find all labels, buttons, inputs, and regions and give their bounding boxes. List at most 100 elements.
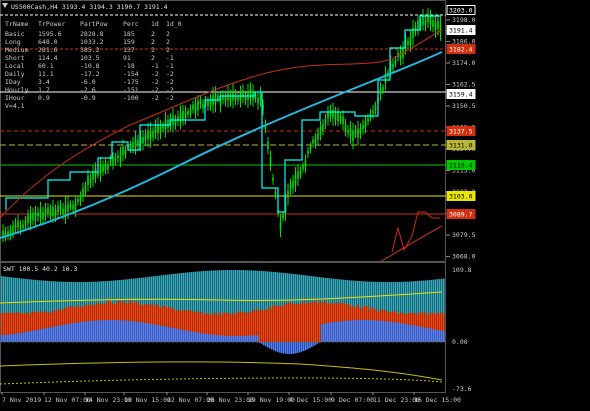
candle-body [115,157,117,161]
hist-bar-blue [289,342,291,354]
table-cell: 103.5 [80,54,100,62]
dropdown-arrow-icon[interactable] [2,3,8,8]
table-cell: 385.2 [80,46,100,54]
hist-bar-blue [275,342,277,351]
hist-bar-blue [401,323,403,342]
candle-body [122,147,124,155]
hist-bar-blue [25,332,27,342]
hist-bar-blue [357,320,359,342]
hist-bar-blue [185,330,187,342]
hist-bar-blue [113,320,115,342]
hist-bar-blue [309,342,311,348]
hist-bar-blue [381,321,383,342]
time-label: 4 Dec 15:00 [289,396,332,404]
candle-body [392,64,394,69]
hist-bar-blue [299,342,301,352]
hist-bar-orange [287,303,289,342]
hist-bar-blue [281,342,283,353]
hist-bar-blue [157,325,159,342]
candle-body [15,223,17,228]
table-cell: -175 [123,78,139,86]
hist-bar-blue [3,335,5,342]
swt-yellow-line-3 [0,378,442,384]
candle-body [72,205,74,210]
candle-body [217,95,219,99]
candle-body [272,178,274,181]
hist-bar-orange [305,304,307,342]
hist-bar-blue [193,332,195,342]
hist-bar-blue [265,342,267,346]
table-cell: -17.2 [80,70,100,78]
hist-bar-orange [313,302,315,342]
candle-body [250,89,252,98]
hist-bar-blue [131,321,133,342]
table-cell: -2.6 [80,86,96,94]
candle-body [100,165,102,174]
candle-body [12,226,14,234]
candle-body [395,60,397,64]
table-cell: -2 [166,70,174,78]
hist-bar-blue [297,342,299,353]
hist-bar-blue [189,331,191,342]
candle-body [27,215,29,223]
candle-body [417,21,419,30]
hist-bar-orange [297,304,299,342]
hist-bar-blue [255,335,257,342]
candle-body [50,210,52,216]
hist-bar-blue [55,326,57,342]
hist-bar-blue [107,320,109,342]
hist-bar-blue [385,321,387,342]
table-cell: 114.4 [38,54,58,62]
hist-bar-blue [219,335,221,342]
hist-bar-blue [215,335,217,342]
hist-bar-blue [207,334,209,342]
hist-bar-blue [105,320,107,342]
hist-bar-blue [67,324,69,342]
hist-bar-blue [427,328,429,342]
candle-body [75,203,77,211]
hist-bar-blue [181,330,183,342]
hist-bar-blue [389,322,391,342]
hist-bar-blue [117,320,119,342]
candle-body [357,129,359,138]
hist-bar-blue [433,329,435,342]
hist-bar-blue [1,335,3,342]
candle-body [290,184,292,189]
hist-bar-blue [403,324,405,342]
hist-bar-blue [249,336,251,342]
hist-bar-blue [343,321,345,342]
candle-body [317,133,319,139]
hist-bar-blue [325,323,327,342]
candle-body [22,224,24,228]
table-header-cell: TrName [5,20,29,28]
hist-bar-blue [45,328,47,342]
hist-bar-blue [283,342,285,354]
candle-body [30,213,32,223]
hist-bar-blue [323,324,325,342]
hist-bar-orange [277,306,279,342]
candle-body [282,214,284,218]
hist-bar-blue [293,342,295,354]
candle-body [342,116,344,124]
table-cell: 281.6 [38,46,58,54]
candle-body [382,87,384,91]
hist-bar-blue [405,324,407,342]
table-header-cell: Perc [123,20,139,28]
candle-body [365,121,367,128]
table-cell: -2 [151,70,159,78]
hist-bar-orange [299,304,301,342]
table-cell: 60.1 [38,62,54,70]
hist-bar-blue [437,330,439,342]
candle-body [55,210,57,216]
hist-bar-blue [241,336,243,342]
hist-bar-blue [291,342,293,354]
candle-body [362,125,364,129]
hist-bar-blue [161,326,163,342]
chart-window[interactable]: 3198.03186.03174.03162.53150.53139.03127… [0,0,590,407]
candle-body [310,146,312,150]
candle-body [42,212,44,219]
candle-body [7,231,9,235]
candle-body [135,138,137,147]
hist-bar-blue [153,324,155,342]
candle-body [167,120,169,128]
